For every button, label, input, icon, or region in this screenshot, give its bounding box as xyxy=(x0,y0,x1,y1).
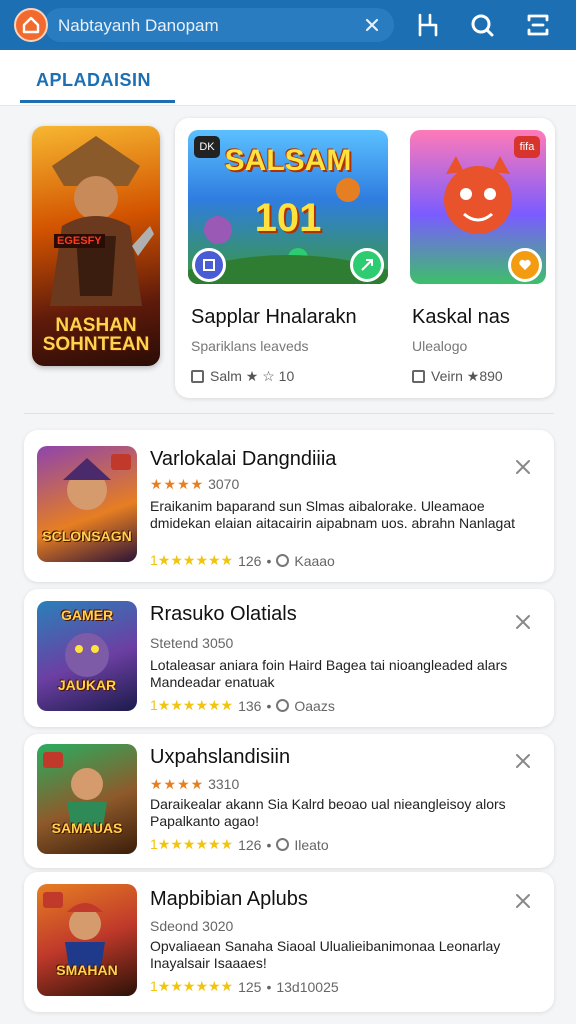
app-rating: ★★★★ 3070 xyxy=(150,476,239,493)
thumbnail-badge-text: GAMER xyxy=(60,607,114,623)
house-icon xyxy=(22,16,40,34)
dismiss-icon[interactable] xyxy=(514,892,532,910)
app-description: Daraikealar akann Sia Kalrd beoao ual ni… xyxy=(150,796,506,829)
rating-text: 3310 xyxy=(208,776,240,792)
app-thumbnail[interactable]: SMAHAN xyxy=(37,884,137,996)
rating-stars: ★★★★ xyxy=(150,476,205,492)
featured-meta-text: Salm ★ ☆ 10 xyxy=(210,368,295,384)
dismiss-icon[interactable] xyxy=(514,752,532,770)
clock-icon xyxy=(276,838,290,851)
app-description: Eraikanim baparand sun Slmas aibalorake.… xyxy=(150,498,516,531)
app-footer: 1★★★★★★ 125 • 13d10025 xyxy=(150,978,339,995)
featured-app-developer: Spariklans leaveds xyxy=(191,338,309,354)
footer-stars: 1★★★★★★ xyxy=(150,978,234,994)
app-footer: 1★★★★★★ 126 • Ileato xyxy=(150,836,329,853)
app-title[interactable]: Uxpahslandisiin xyxy=(150,746,290,769)
list-item[interactable]: SAMAUAS Uxpahslandisiin ★★★★ 3310 Daraik… xyxy=(24,734,554,868)
thumb-badge xyxy=(43,892,63,908)
tab-apps[interactable]: APLADAISIN xyxy=(36,70,151,91)
app-rating: ★★★★ 3310 xyxy=(150,776,239,793)
app-rating: Stetend 3050 xyxy=(150,635,233,651)
app-title[interactable]: Rrasuko Olatials xyxy=(150,603,297,626)
studio-badge-icon xyxy=(192,248,226,282)
bookmark-icon xyxy=(191,370,204,383)
rating-text: 3070 xyxy=(208,476,240,492)
featured-app-meta: Salm ★ ☆ 10 xyxy=(191,368,294,385)
app-description: Lotaleasar aniara foin Haird Bagea tai n… xyxy=(150,657,508,690)
search-bar[interactable]: Nabtayanh Danopam xyxy=(44,8,394,42)
thumbnail-title: SMAHAN xyxy=(56,962,118,978)
filter-icon[interactable] xyxy=(414,11,442,39)
featured-art-2[interactable]: fifa xyxy=(410,130,546,284)
rating-stars: ★★★★ xyxy=(150,776,205,792)
featured-chip: DK xyxy=(194,136,220,158)
clock-icon xyxy=(276,699,290,712)
footer-stars: 1★★★★★★ xyxy=(150,552,234,568)
active-tab-indicator xyxy=(20,100,175,103)
footer-stars: 1★★★★★★ xyxy=(150,697,234,713)
footer-stars: 1★★★★★★ xyxy=(150,836,234,852)
featured-app-name-2[interactable]: Kaskal nas xyxy=(412,306,510,329)
featured-art-1[interactable]: SALSAM 101 DK xyxy=(188,130,388,284)
footer-time: Oaazs xyxy=(294,697,335,714)
section-divider xyxy=(24,413,554,414)
dismiss-icon[interactable] xyxy=(514,458,532,476)
featured-art-number: 101 xyxy=(254,196,322,240)
heart-badge-icon xyxy=(508,248,542,282)
thumbnail-title: JAUKAR xyxy=(57,677,117,693)
list-item[interactable]: SCLONSAGN Varlokalai Dangndiiia ★★★★ 307… xyxy=(24,430,554,582)
app-thumbnail[interactable]: SAMAUAS xyxy=(37,744,137,854)
tab-bar: APLADAISIN xyxy=(0,50,576,106)
poster-badge: EGESFY xyxy=(54,234,105,248)
clear-search-icon[interactable] xyxy=(362,15,382,35)
expand-icon[interactable] xyxy=(524,11,552,39)
rating-text: Sdeond 3020 xyxy=(150,918,234,934)
app-thumbnail[interactable]: SCLONSAGN xyxy=(37,446,137,562)
bookmark-icon xyxy=(412,370,425,383)
footer-count: 126 xyxy=(238,552,262,569)
search-icon[interactable] xyxy=(468,11,496,39)
list-item[interactable]: SMAHAN Mapbibian Aplubs Sdeond 3020 Opva… xyxy=(24,872,554,1012)
home-icon[interactable] xyxy=(14,8,48,42)
app-footer: 1★★★★★★ 136 • Oaazs xyxy=(150,697,335,714)
thumb-badge xyxy=(111,454,131,470)
clock-icon xyxy=(276,554,290,567)
footer-count: 125 xyxy=(238,978,262,995)
thumbnail-title: SAMAUAS xyxy=(51,820,123,836)
featured-poster[interactable]: EGESFY NASHAN SOHNTEAN xyxy=(32,126,160,366)
footer-count: 126 xyxy=(238,836,262,853)
footer-count: 136 xyxy=(238,697,262,714)
featured-card[interactable]: SALSAM 101 DK Sapplar Hnalarakn Sparikla… xyxy=(175,118,555,398)
thumb-badge xyxy=(43,752,63,768)
app-description: Opvaliaean Sanaha Siaoal Ulualieibanimon… xyxy=(150,938,501,971)
rating-text: Stetend 3050 xyxy=(150,635,234,651)
thumbnail-title: SCLONSAGN xyxy=(42,528,132,544)
list-item[interactable]: GAMER JAUKAR Rrasuko Olatials Stetend 30… xyxy=(24,589,554,727)
app-thumbnail[interactable]: GAMER JAUKAR xyxy=(37,601,137,711)
app-footer: 1★★★★★★ 126 • Kaaao xyxy=(150,552,335,569)
footer-time: Kaaao xyxy=(294,552,335,569)
footer-time: 13d10025 xyxy=(276,978,339,995)
search-query-text: Nabtayanh Danopam xyxy=(58,16,219,35)
app-title[interactable]: Mapbibian Aplubs xyxy=(150,888,308,911)
featured-meta-text-2: Veirn ★890 xyxy=(431,368,503,384)
poster-title: NASHAN SOHNTEAN xyxy=(42,315,150,355)
dismiss-icon[interactable] xyxy=(514,613,532,631)
app-rating: Sdeond 3020 xyxy=(150,918,233,934)
footer-time: Ileato xyxy=(294,836,329,853)
featured-app-name[interactable]: Sapplar Hnalarakn xyxy=(191,306,357,329)
app-title[interactable]: Varlokalai Dangndiiia xyxy=(150,448,336,471)
featured-app-meta-2: Veirn ★890 xyxy=(412,368,503,385)
featured-app-developer-2: Ulealogo xyxy=(412,338,468,354)
top-app-bar: Nabtayanh Danopam xyxy=(0,0,576,50)
share-badge-icon xyxy=(350,248,384,282)
featured-chip-2: fifa xyxy=(514,136,540,158)
